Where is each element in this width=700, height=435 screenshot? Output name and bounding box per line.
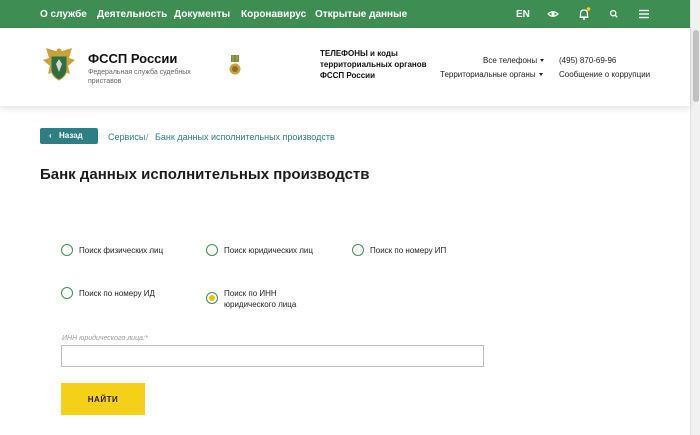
caret-down-icon xyxy=(538,73,543,77)
menu-icon[interactable] xyxy=(636,6,652,22)
top-navbar: О службе Деятельность Документы Коронави… xyxy=(0,0,690,28)
site-header: ФССП России Федеральная служба судебных … xyxy=(0,28,690,106)
radio-label-line2: юридического лица xyxy=(224,300,297,309)
corruption-report-link[interactable]: Сообщение о коррупции xyxy=(559,70,650,79)
nav-item-documents[interactable]: Документы xyxy=(174,9,230,20)
inn-input[interactable] xyxy=(61,345,484,367)
all-phones-dropdown[interactable]: Все телефоны xyxy=(483,56,545,65)
radio-label: Поиск по номеру ИП xyxy=(370,246,447,255)
language-switch[interactable]: EN xyxy=(516,9,530,20)
scrollbar-thumb[interactable] xyxy=(693,30,699,102)
radio-inn-legal[interactable]: Поиск по ИНН юридического лица xyxy=(206,289,316,316)
territorial-dropdown[interactable]: Территориальные органы xyxy=(440,70,543,79)
bell-icon[interactable] xyxy=(576,6,592,22)
radio-circle[interactable] xyxy=(352,244,364,256)
radio-circle[interactable] xyxy=(206,244,218,256)
eye-icon[interactable] xyxy=(545,6,561,22)
territorial-label: Территориальные органы xyxy=(440,70,536,79)
radio-id-number[interactable]: Поиск по номеру ИД xyxy=(61,287,171,301)
radio-circle-selected[interactable] xyxy=(206,292,218,304)
fssp-emblem-icon[interactable] xyxy=(40,46,78,86)
nav-item-coronavirus[interactable]: Коронавирус xyxy=(241,9,306,20)
page-scrollbar[interactable] xyxy=(690,0,700,435)
radio-circle[interactable] xyxy=(61,287,73,299)
hotline-phone[interactable]: (495) 870-69-96 xyxy=(559,56,616,65)
breadcrumb-current[interactable]: Банк данных исполнительных производств xyxy=(155,132,335,142)
find-button[interactable]: НАЙТИ xyxy=(61,383,145,415)
phones-codes-link[interactable]: ТЕЛЕФОНЫ и коды территориальных органов … xyxy=(320,48,430,81)
radio-circle[interactable] xyxy=(61,244,73,256)
radio-label: Поиск по номеру ИД xyxy=(79,289,155,298)
caret-down-icon xyxy=(540,59,545,63)
nav-item-activity[interactable]: Деятельность xyxy=(97,9,167,20)
nav-item-open-data[interactable]: Открытые данные xyxy=(315,9,407,20)
all-phones-label: Все телефоны xyxy=(483,56,538,65)
breadcrumb-separator: / xyxy=(146,132,149,142)
radio-ip-number[interactable]: Поиск по номеру ИП xyxy=(352,244,462,258)
nav-item-about[interactable]: О службе xyxy=(40,9,87,20)
page-title: Банк данных исполнительных производств xyxy=(40,166,370,183)
radio-label-line1: Поиск по ИНН xyxy=(224,289,277,298)
org-subtitle: Федеральная служба судебных приставов xyxy=(88,69,191,85)
org-name[interactable]: ФССП России xyxy=(88,51,177,66)
radio-legal-entities[interactable]: Поиск юридических лиц xyxy=(206,244,331,258)
breadcrumb-services[interactable]: Сервисы xyxy=(108,132,145,142)
radio-label: Поиск по ИНН юридического лица xyxy=(224,288,296,310)
back-button[interactable]: ‹ Назад xyxy=(40,128,98,144)
radio-individuals[interactable]: Поиск физических лиц xyxy=(61,244,181,258)
medal-icon xyxy=(228,54,242,78)
radio-label: Поиск юридических лиц xyxy=(224,246,313,255)
radio-label: Поиск физических лиц xyxy=(79,246,164,255)
search-icon[interactable] xyxy=(606,6,622,22)
chevron-left-icon: ‹ xyxy=(49,131,52,140)
back-label: Назад xyxy=(59,131,83,140)
inn-field-label: ИНН юридического лица:* xyxy=(62,335,148,342)
